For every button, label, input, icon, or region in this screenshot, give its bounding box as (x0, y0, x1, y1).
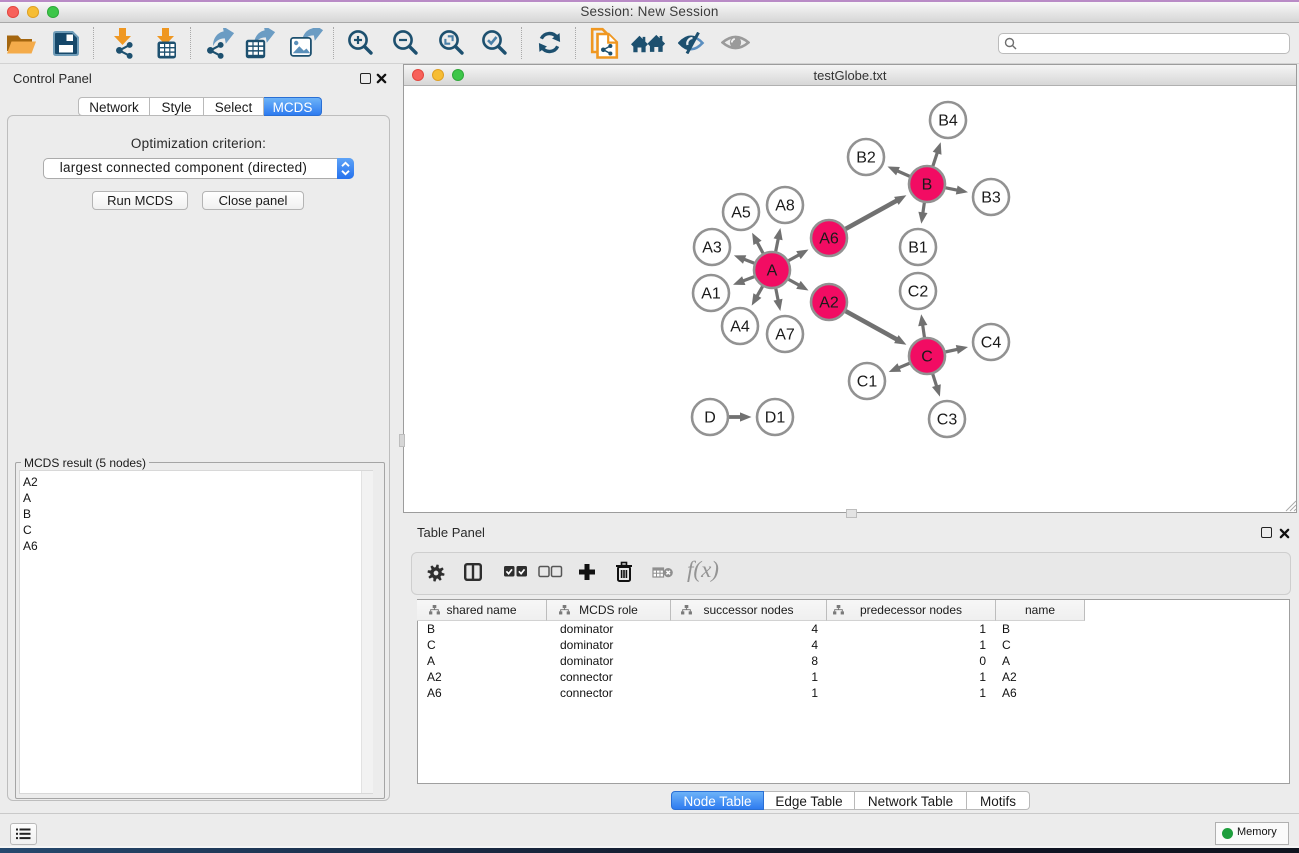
svg-text:C4: C4 (981, 335, 1002, 352)
svg-text:C3: C3 (937, 412, 958, 429)
svg-text:D: D (704, 410, 716, 427)
svg-text:C: C (921, 349, 933, 366)
svg-text:B2: B2 (856, 150, 876, 167)
svg-text:A3: A3 (702, 240, 722, 257)
svg-text:B3: B3 (981, 190, 1001, 207)
svg-text:B: B (922, 177, 933, 194)
svg-text:A5: A5 (731, 205, 751, 222)
svg-text:A2: A2 (819, 295, 839, 312)
svg-text:D1: D1 (765, 410, 786, 427)
svg-text:B1: B1 (908, 240, 928, 257)
svg-text:A4: A4 (730, 319, 750, 336)
svg-text:B4: B4 (938, 113, 958, 130)
svg-text:C2: C2 (908, 284, 929, 301)
svg-text:A7: A7 (775, 327, 795, 344)
svg-text:A1: A1 (701, 286, 721, 303)
svg-text:C1: C1 (857, 374, 878, 391)
svg-text:A: A (767, 263, 778, 280)
svg-text:A6: A6 (819, 231, 839, 248)
svg-text:A8: A8 (775, 198, 795, 215)
